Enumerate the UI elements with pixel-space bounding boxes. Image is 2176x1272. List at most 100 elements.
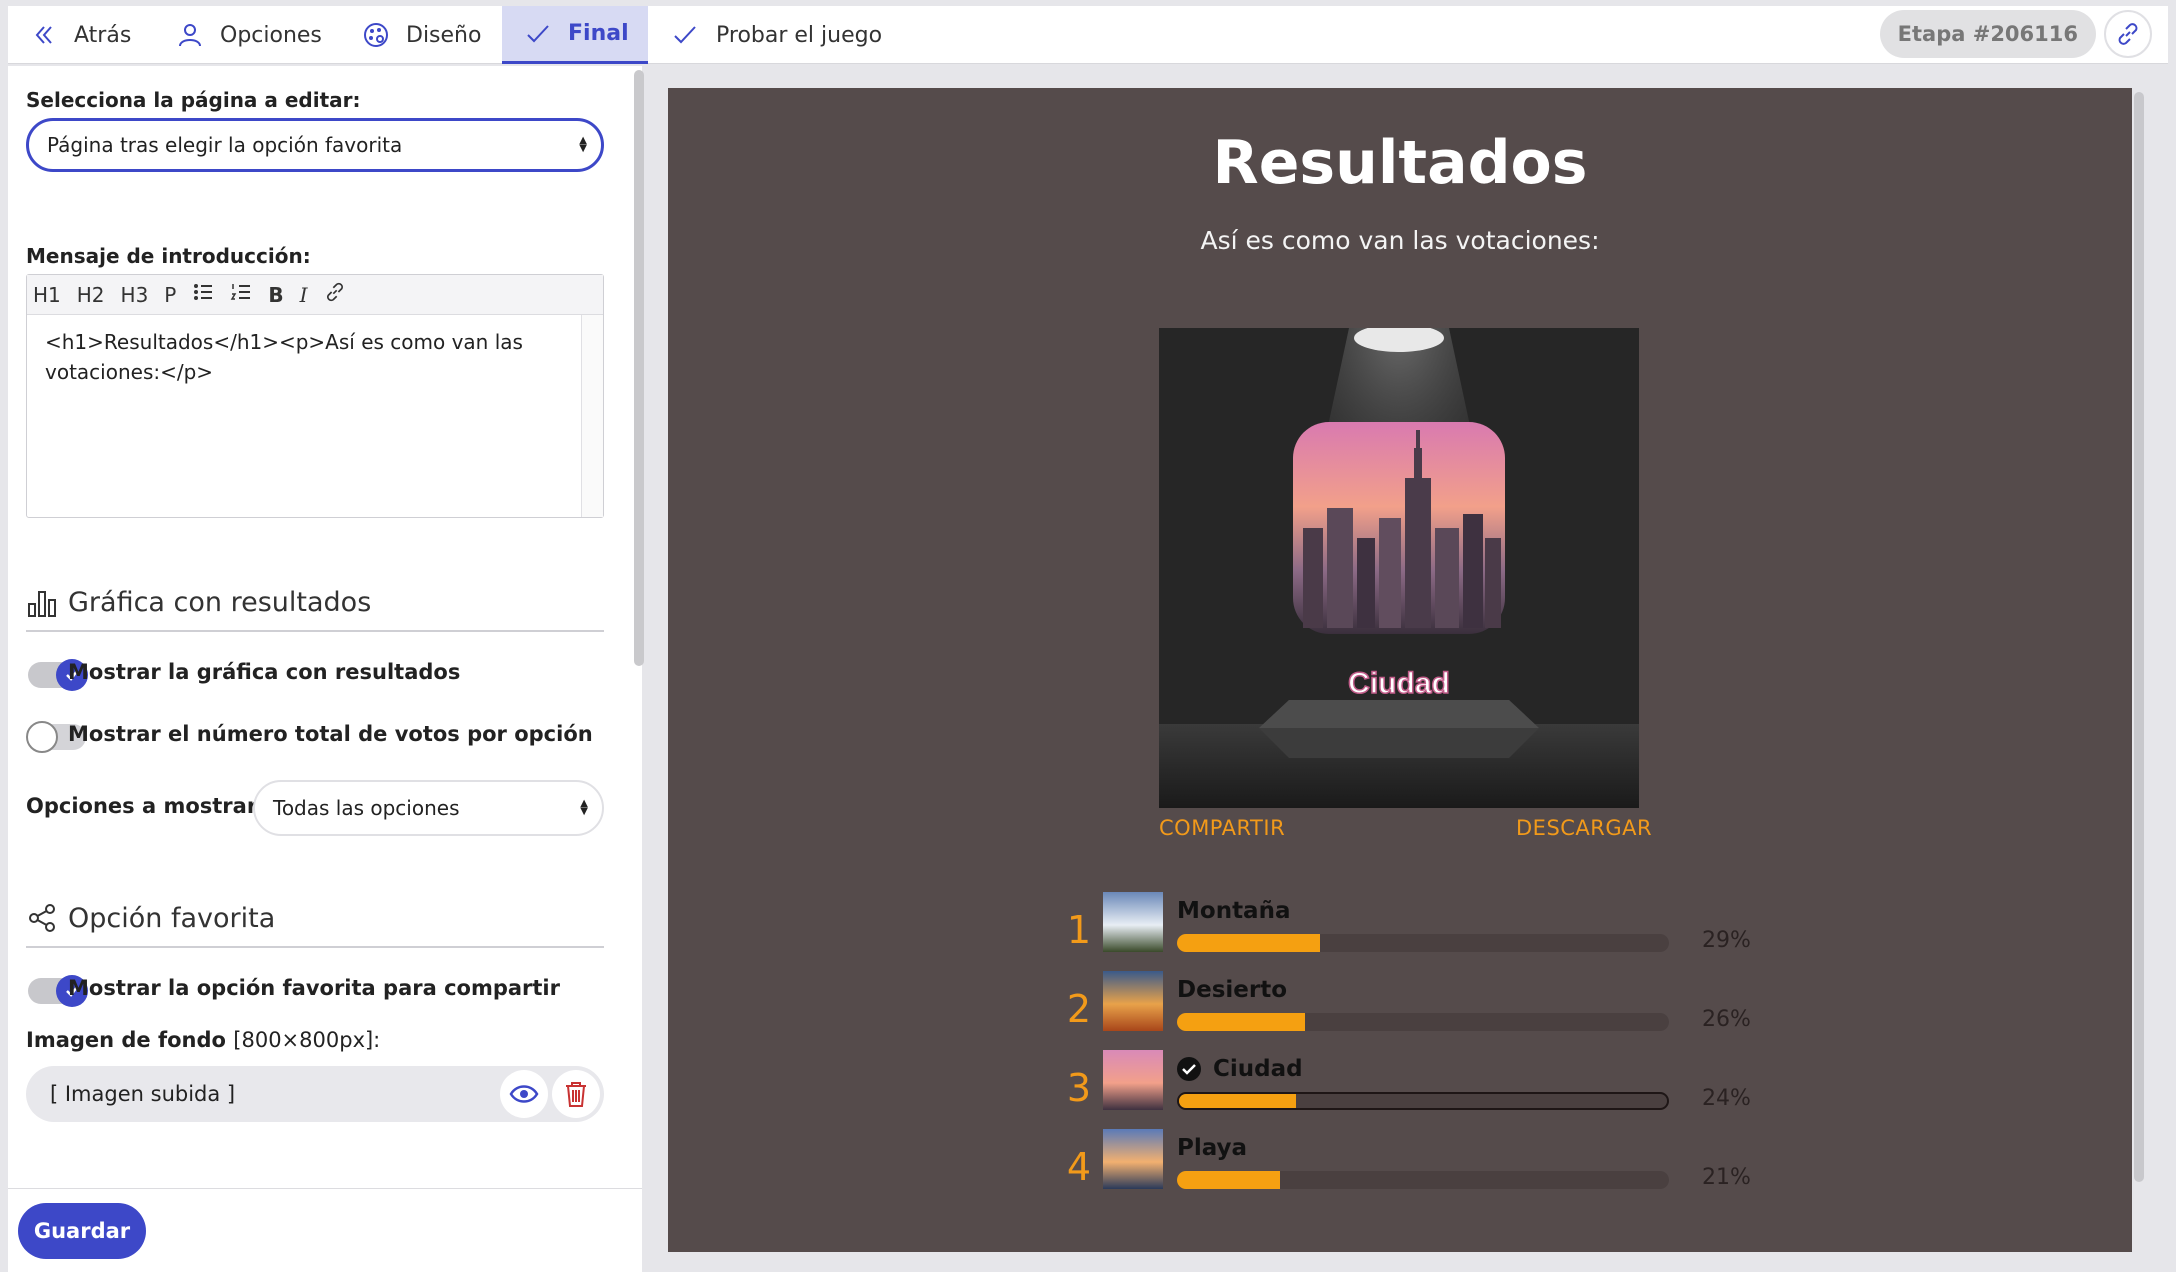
featured-option-image: Ciudad (1159, 328, 1639, 808)
nav-design[interactable]: Diseño (362, 6, 481, 64)
result-bar-track (1177, 1013, 1669, 1031)
eye-icon (509, 1085, 539, 1103)
double-check-icon (674, 26, 696, 44)
h3-button[interactable]: H3 (121, 283, 149, 307)
city-photo (1293, 422, 1505, 634)
nav-final-label: Final (568, 21, 629, 46)
h1-button[interactable]: H1 (33, 283, 61, 307)
result-name: Desierto (1177, 977, 1288, 1003)
settings-panel: Selecciona la página a editar: Página tr… (8, 66, 644, 1272)
editor-toolbar: H1 H2 H3 P B I (27, 275, 603, 315)
result-bar-fill (1177, 1171, 1281, 1189)
result-thumbnail (1103, 892, 1163, 952)
game-preview: Resultados Así es como van las votacione… (668, 88, 2132, 1252)
result-bar-track (1177, 934, 1669, 952)
check-circle-icon (1177, 1057, 1201, 1081)
result-rank: 1 (1066, 908, 1092, 952)
result-percent: 26% (1702, 1007, 1751, 1032)
options-to-show-value: Todas las opciones (273, 796, 460, 820)
section-divider (26, 630, 604, 632)
result-bar-track (1177, 1092, 1669, 1110)
nav-final[interactable]: Final (502, 6, 648, 64)
toggle-knob (26, 721, 58, 753)
copy-link-button[interactable] (2104, 10, 2152, 58)
paragraph-button[interactable]: P (164, 283, 176, 307)
share-icon (29, 904, 55, 932)
featured-option-label: Ciudad (1348, 667, 1450, 700)
trash-icon (566, 1082, 586, 1107)
options-to-show-select[interactable]: Todas las opciones ▲ ▼ (253, 780, 604, 836)
nav-design-label: Diseño (406, 22, 482, 48)
result-bar-track (1177, 1171, 1669, 1189)
chart-section-title: Gráfica con resultados (26, 586, 371, 618)
result-bar-fill (1177, 1013, 1305, 1031)
favorite-section-label: Opción favorita (68, 902, 276, 934)
intro-label: Mensaje de introducción: (26, 244, 311, 268)
h2-button[interactable]: H2 (77, 283, 105, 307)
nav-back[interactable]: Atrás (30, 6, 131, 64)
result-name: Playa (1177, 1135, 1248, 1161)
preview-image-button[interactable] (500, 1070, 548, 1118)
show-chart-label: Mostrar la gráfica con resultados (68, 660, 461, 684)
show-votes-label: Mostrar el número total de votos por opc… (68, 722, 593, 746)
intro-textarea[interactable]: <h1>Resultados</h1><p>Así es como van la… (27, 315, 577, 399)
double-chevron-left-icon (35, 26, 52, 44)
page-select-value: Página tras elegir la opción favorita (47, 133, 403, 157)
favorite-section-title: Opción favorita (26, 902, 275, 934)
select-arrows-icon: ▲ ▼ (580, 798, 588, 817)
settings-scrollbar[interactable] (634, 70, 644, 666)
result-thumbnail (1103, 971, 1163, 1031)
page-select-label: Selecciona la página a editar: (26, 88, 361, 112)
editor-scrollbar[interactable] (581, 315, 603, 517)
top-navigation: Atrás Opciones Diseño Final Probar el ju… (8, 6, 2168, 64)
panel-footer: Guardar (8, 1188, 642, 1272)
bg-image-label: Imagen de fondo [800×800px]: (26, 1028, 380, 1052)
preview-subtitle: Así es como van las votaciones: (1200, 226, 1600, 255)
delete-image-button[interactable] (552, 1070, 600, 1118)
result-name: Ciudad (1177, 1056, 1303, 1082)
page-select[interactable]: Página tras elegir la opción favorita ▲ ▼ (26, 118, 604, 172)
show-favorite-label: Mostrar la opción favorita para comparti… (68, 976, 560, 1000)
nav-test-game[interactable]: Probar el juego (672, 6, 882, 64)
result-percent: 24% (1702, 1086, 1751, 1111)
section-divider (26, 946, 604, 948)
result-thumbnail (1103, 1129, 1163, 1189)
user-settings-icon (179, 24, 201, 47)
bullet-list-icon[interactable] (192, 281, 214, 308)
bg-image-hint: [800×800px]: (233, 1028, 381, 1052)
result-thumbnail (1103, 1050, 1163, 1110)
select-arrows-icon: ▲ ▼ (579, 135, 587, 154)
share-link[interactable]: COMPARTIR (1159, 816, 1285, 840)
result-bar-fill (1179, 1094, 1297, 1108)
save-button[interactable]: Guardar (18, 1203, 146, 1259)
result-rank: 3 (1066, 1066, 1092, 1110)
result-bar-fill (1177, 934, 1320, 952)
bg-image-value: [ Imagen subida ] (50, 1082, 236, 1106)
italic-icon[interactable]: I (300, 283, 308, 307)
nav-test-label: Probar el juego (716, 22, 883, 48)
download-link[interactable]: DESCARGAR (1516, 816, 1652, 840)
intro-editor: H1 H2 H3 P B I <h1>Resultados</h1><p>Así… (26, 274, 604, 518)
nav-back-label: Atrás (74, 22, 132, 48)
chart-section-label: Gráfica con resultados (68, 586, 372, 618)
result-name: Montaña (1177, 898, 1291, 924)
preview-scrollbar[interactable] (2134, 92, 2144, 1182)
options-to-show-label: Opciones a mostrar: (26, 794, 266, 818)
numbered-list-icon[interactable] (230, 281, 252, 308)
result-percent: 21% (1702, 1165, 1751, 1190)
nav-options[interactable]: Opciones (176, 6, 322, 64)
bar-chart-icon (28, 591, 56, 617)
check-icon (527, 24, 549, 42)
bg-image-field[interactable]: [ Imagen subida ] (26, 1066, 604, 1122)
nav-options-label: Opciones (220, 22, 322, 48)
link-icon[interactable] (324, 281, 346, 308)
preview-title: Resultados (1212, 128, 1588, 198)
palette-icon (364, 23, 388, 47)
stage-badge[interactable]: Etapa #206116 (1879, 10, 2096, 58)
bg-image-label-text: Imagen de fondo (26, 1028, 226, 1052)
link-icon (2118, 23, 2138, 45)
result-percent: 29% (1702, 928, 1751, 953)
bold-icon[interactable]: B (268, 283, 283, 307)
result-rank: 2 (1066, 987, 1092, 1031)
result-rank: 4 (1066, 1145, 1092, 1189)
